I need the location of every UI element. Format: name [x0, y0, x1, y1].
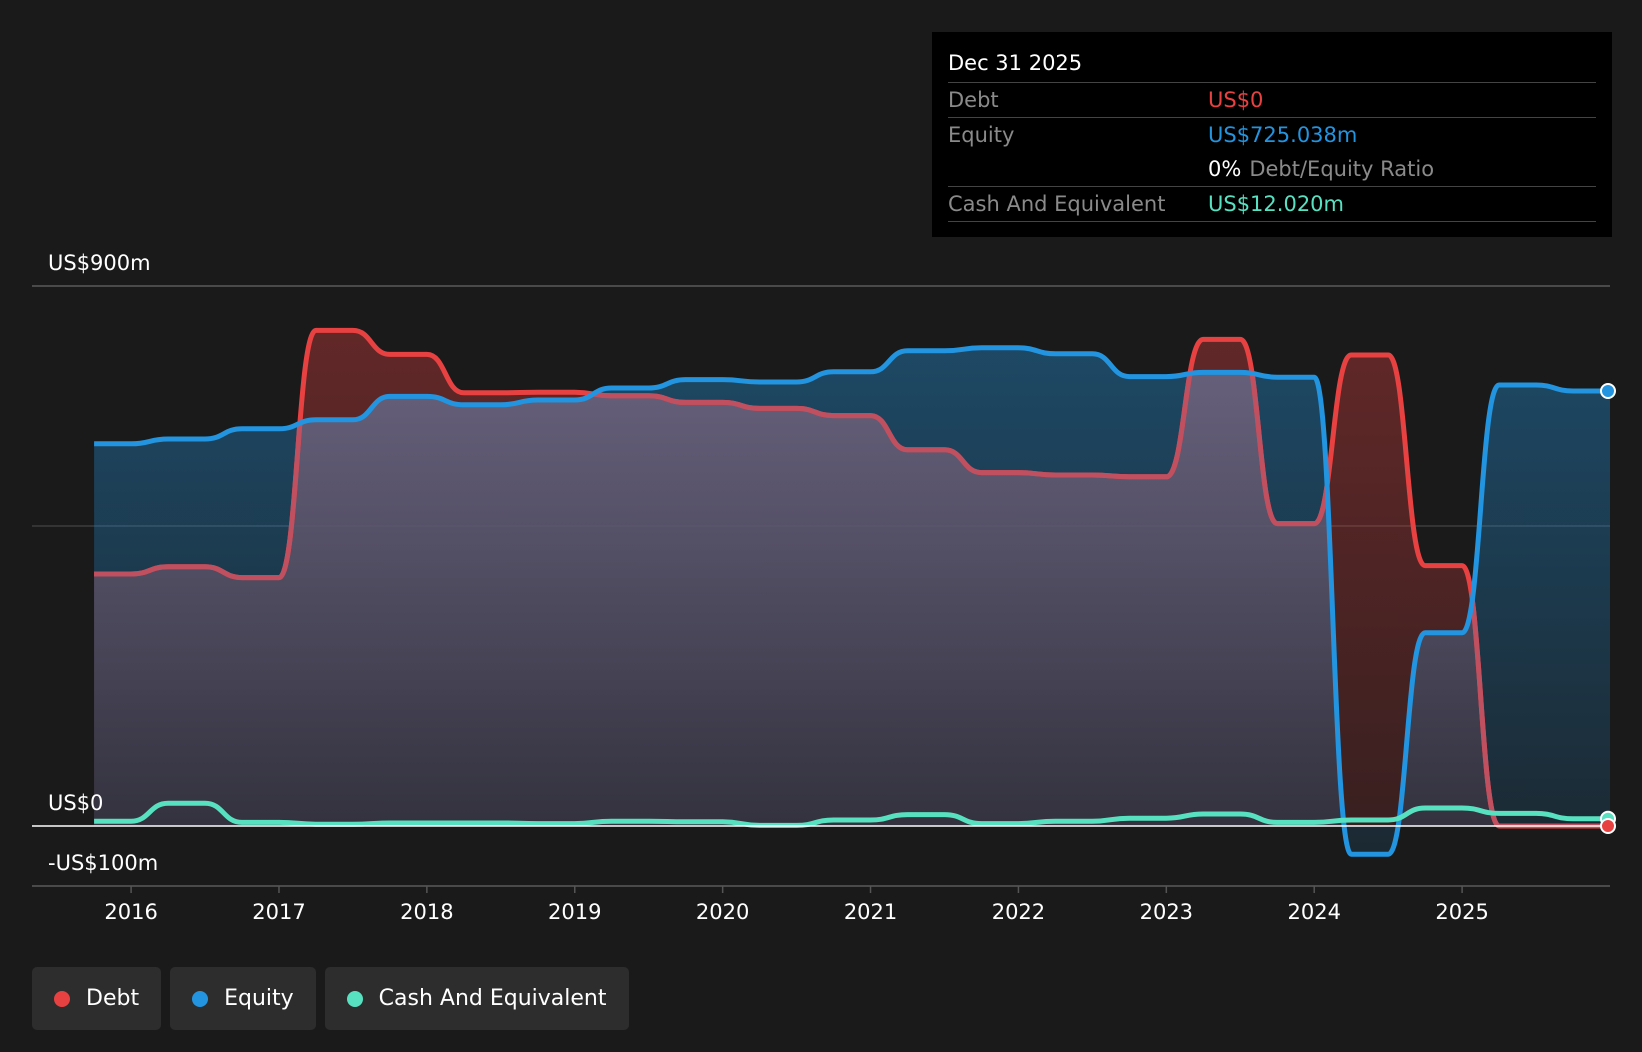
legend-item-debt[interactable]: Debt	[32, 967, 162, 1030]
tooltip: Dec 31 2025 Debt US$0 Equity US$725.038m…	[932, 32, 1612, 237]
tooltip-debt-value: US$0	[1208, 88, 1264, 112]
legend-label: Cash And Equivalent	[378, 986, 607, 1011]
tooltip-row-equity: Equity US$725.038m	[948, 117, 1596, 152]
endpoint-marker	[1600, 383, 1616, 399]
x-tick-label: 2016	[104, 900, 157, 924]
legend-item-cash[interactable]: Cash And Equivalent	[324, 967, 629, 1030]
legend-item-equity[interactable]: Equity	[170, 967, 316, 1030]
y-tick-label: -US$100m	[48, 851, 158, 875]
x-tick-label: 2024	[1287, 900, 1340, 924]
tooltip-cash-value: US$12.020m	[1208, 192, 1344, 216]
tooltip-ratio-label: Debt/Equity Ratio	[1249, 157, 1435, 181]
x-tick-label: 2022	[992, 900, 1045, 924]
tooltip-date: Dec 31 2025	[948, 51, 1083, 75]
x-tick-label: 2021	[844, 900, 897, 924]
tooltip-row-ratio: 0% Debt/Equity Ratio	[948, 152, 1596, 186]
x-tick-label: 2020	[696, 900, 749, 924]
x-tick-label: 2018	[400, 900, 453, 924]
y-tick-label: US$0	[48, 791, 103, 815]
tooltip-debt-label: Debt	[948, 88, 999, 112]
legend-label: Debt	[86, 986, 140, 1011]
legend-label: Equity	[224, 986, 294, 1011]
tooltip-row-cash: Cash And Equivalent US$12.020m	[948, 186, 1596, 222]
tooltip-row-debt: Debt US$0	[948, 82, 1596, 117]
tooltip-equity-value: US$725.038m	[1208, 123, 1358, 147]
tooltip-equity-label: Equity	[948, 123, 1015, 147]
tooltip-ratio-value: 0%	[1208, 157, 1242, 181]
x-tick-label: 2025	[1435, 900, 1488, 924]
x-tick-label: 2019	[548, 900, 601, 924]
tooltip-cash-label: Cash And Equivalent	[948, 192, 1166, 216]
legend: Debt Equity Cash And Equivalent	[32, 967, 629, 1030]
x-tick-label: 2017	[252, 900, 305, 924]
y-tick-label: US$900m	[48, 251, 151, 275]
legend-dot-icon	[54, 990, 70, 1007]
x-tick-label: 2023	[1140, 900, 1193, 924]
endpoint-marker	[1600, 818, 1616, 834]
legend-dot-icon	[346, 990, 363, 1007]
legend-dot-icon	[192, 990, 209, 1007]
